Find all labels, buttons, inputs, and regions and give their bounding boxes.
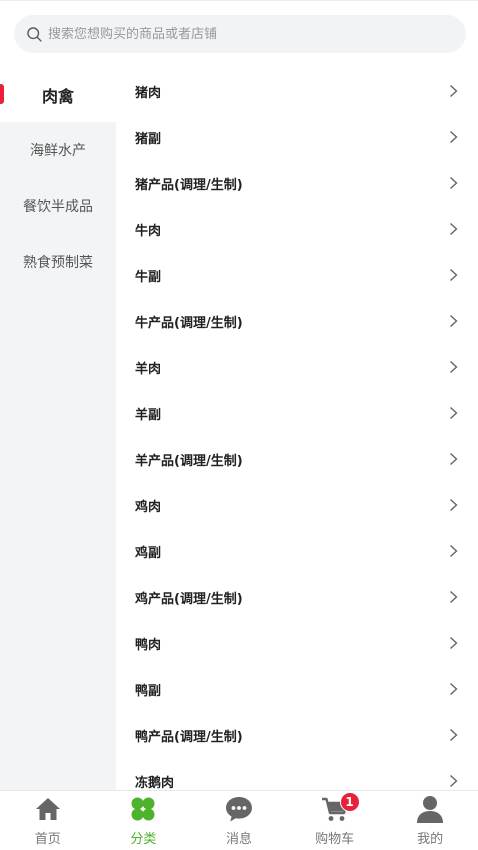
sidebar-item-seafood[interactable]: 海鲜水产 bbox=[0, 122, 116, 178]
list-item[interactable]: 冻鹅肉 bbox=[116, 758, 478, 790]
chevron-right-icon bbox=[450, 544, 458, 558]
chat-icon bbox=[225, 797, 252, 822]
list-item-label: 鸭副 bbox=[135, 683, 162, 699]
list-item[interactable]: 羊产品(调理/生制) bbox=[116, 436, 478, 482]
sidebar-item-semi-finished[interactable]: 餐饮半成品 bbox=[0, 178, 116, 234]
home-icon bbox=[35, 798, 60, 820]
list-item[interactable]: 鸡产品(调理/生制) bbox=[116, 574, 478, 620]
cart-badge: 1 bbox=[339, 792, 360, 812]
list-item-label: 鸭肉 bbox=[135, 637, 162, 653]
list-item-label: 鸡产品(调理/生制) bbox=[135, 591, 243, 607]
bottom-tab-bar: 首页 分类 消息 1 购物车 我的 bbox=[0, 790, 478, 850]
list-item[interactable]: 猪副 bbox=[116, 114, 478, 160]
list-item-label: 牛产品(调理/生制) bbox=[135, 315, 243, 331]
tab-label: 首页 bbox=[34, 832, 61, 847]
list-item-label: 羊肉 bbox=[135, 361, 162, 377]
subcategory-list[interactable]: 猪肉 猪副 猪产品(调理/生制) 牛肉 牛副 牛产品(调理/生制) 羊肉 羊副 … bbox=[116, 68, 478, 790]
list-item-label: 猪副 bbox=[135, 131, 162, 147]
chevron-right-icon bbox=[450, 222, 458, 236]
chevron-right-icon bbox=[450, 176, 458, 190]
list-item[interactable]: 鸡肉 bbox=[116, 482, 478, 528]
list-item-label: 鸡副 bbox=[135, 545, 162, 561]
list-item-label: 鸭产品(调理/生制) bbox=[135, 729, 243, 745]
list-item[interactable]: 猪产品(调理/生制) bbox=[116, 160, 478, 206]
list-item[interactable]: 牛产品(调理/生制) bbox=[116, 298, 478, 344]
tab-cart[interactable]: 1 购物车 bbox=[287, 791, 383, 850]
chevron-right-icon bbox=[450, 314, 458, 328]
list-item[interactable]: 鸭副 bbox=[116, 666, 478, 712]
list-item-label: 猪产品(调理/生制) bbox=[135, 177, 243, 193]
list-item[interactable]: 鸡副 bbox=[116, 528, 478, 574]
tab-home[interactable]: 首页 bbox=[0, 791, 96, 850]
active-indicator bbox=[0, 84, 4, 104]
list-item[interactable]: 鸭肉 bbox=[116, 620, 478, 666]
sidebar-item-label: 肉禽 bbox=[41, 87, 74, 106]
sidebar-item-meat-poultry[interactable]: 肉禽 bbox=[0, 68, 116, 122]
chevron-right-icon bbox=[450, 590, 458, 604]
chevron-right-icon bbox=[450, 774, 458, 788]
chevron-right-icon bbox=[450, 130, 458, 144]
list-item-label: 牛副 bbox=[135, 269, 162, 285]
search-input[interactable] bbox=[48, 26, 428, 42]
chevron-right-icon bbox=[450, 406, 458, 420]
search-header bbox=[0, 0, 478, 66]
chevron-right-icon bbox=[450, 682, 458, 696]
chevron-right-icon bbox=[450, 498, 458, 512]
list-item[interactable]: 羊副 bbox=[116, 390, 478, 436]
sidebar-item-cooked-food[interactable]: 熟食预制菜 bbox=[0, 234, 116, 290]
list-item[interactable]: 牛肉 bbox=[116, 206, 478, 252]
sidebar-item-label: 餐饮半成品 bbox=[23, 199, 93, 215]
chevron-right-icon bbox=[450, 452, 458, 466]
category-sidebar: 肉禽 海鲜水产 餐饮半成品 熟食预制菜 bbox=[0, 68, 116, 790]
chevron-right-icon bbox=[450, 84, 458, 98]
clover-icon bbox=[131, 797, 155, 821]
tab-label: 消息 bbox=[225, 832, 252, 847]
search-bar[interactable] bbox=[14, 15, 466, 53]
chevron-right-icon bbox=[450, 636, 458, 650]
chevron-right-icon bbox=[450, 728, 458, 742]
list-item[interactable]: 羊肉 bbox=[116, 344, 478, 390]
list-item-label: 冻鹅肉 bbox=[135, 775, 175, 791]
tab-messages[interactable]: 消息 bbox=[191, 791, 287, 850]
sidebar-item-label: 熟食预制菜 bbox=[23, 255, 93, 271]
tab-category[interactable]: 分类 bbox=[96, 791, 192, 850]
user-icon bbox=[417, 796, 444, 823]
tab-label: 购物车 bbox=[315, 832, 355, 847]
list-item-label: 羊副 bbox=[135, 407, 162, 423]
list-item[interactable]: 猪肉 bbox=[116, 68, 478, 114]
list-item[interactable]: 鸭产品(调理/生制) bbox=[116, 712, 478, 758]
list-item-label: 牛肉 bbox=[135, 223, 162, 239]
tab-label: 分类 bbox=[130, 832, 157, 847]
search-icon bbox=[27, 26, 42, 42]
list-item-label: 猪肉 bbox=[135, 85, 162, 101]
list-item[interactable]: 牛副 bbox=[116, 252, 478, 298]
list-item-label: 羊产品(调理/生制) bbox=[135, 453, 243, 469]
list-item-label: 鸡肉 bbox=[135, 499, 162, 515]
sidebar-item-label: 海鲜水产 bbox=[30, 143, 86, 159]
chevron-right-icon bbox=[450, 268, 458, 282]
tab-label: 我的 bbox=[417, 832, 444, 847]
tab-profile[interactable]: 我的 bbox=[382, 791, 478, 850]
chevron-right-icon bbox=[450, 360, 458, 374]
